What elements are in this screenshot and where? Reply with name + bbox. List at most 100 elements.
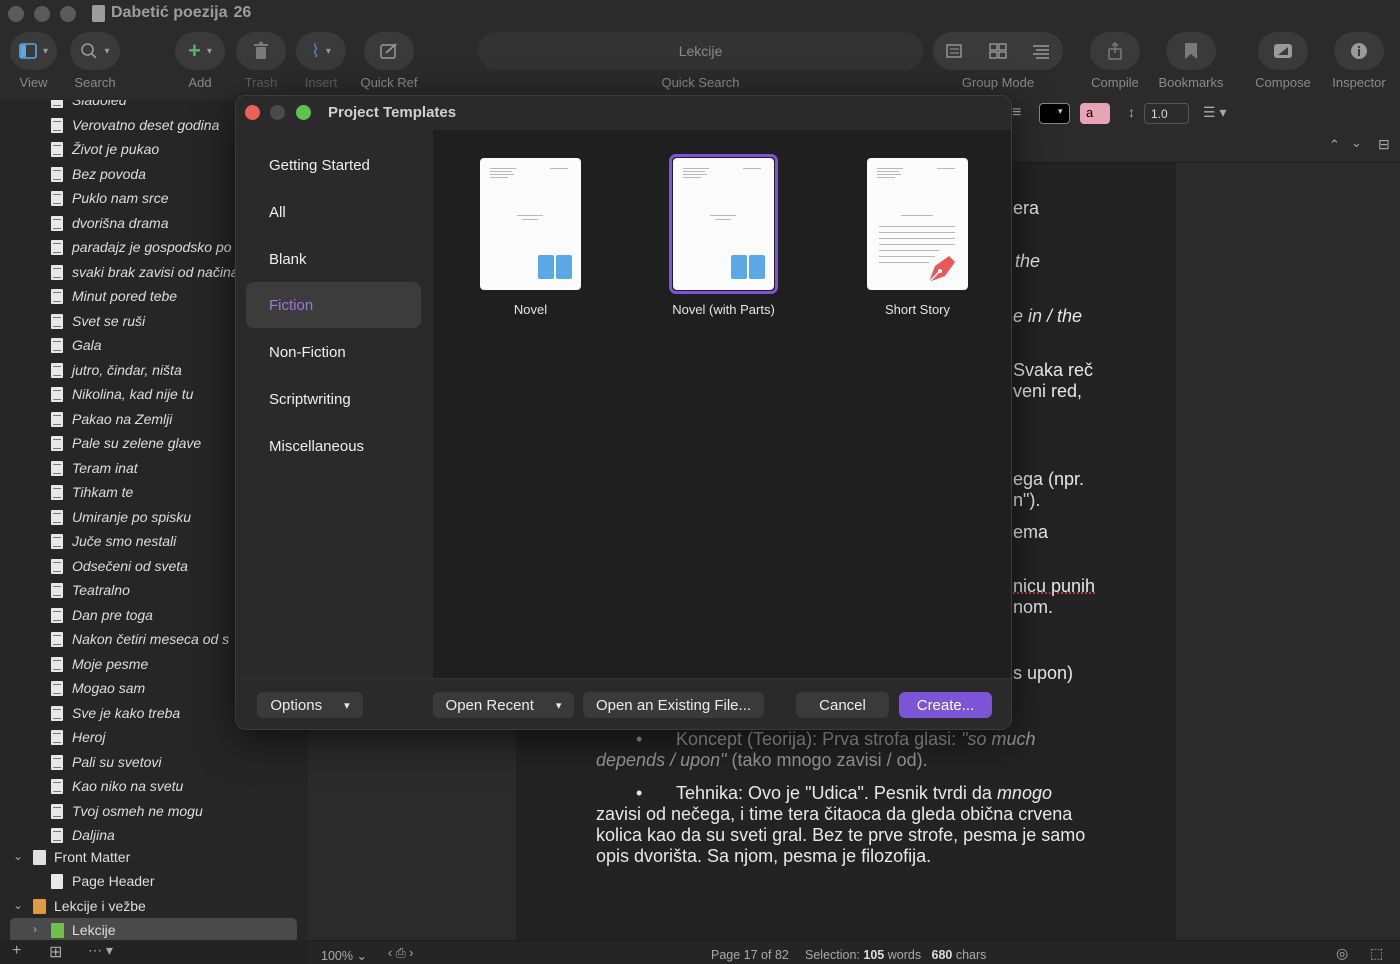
binder-item-lekcije[interactable]: › Lekcije — [0, 919, 308, 940]
document-icon — [51, 485, 63, 500]
line-spacing-value: 1.0 — [1151, 107, 1168, 121]
quick-ref-button[interactable] — [364, 32, 414, 70]
options-button[interactable]: Options ▾ — [257, 692, 363, 718]
editor-paragraph-line: Koncept (Teorija): Prva strofa glasi: "s… — [676, 729, 1036, 750]
group-mode-control[interactable] — [933, 32, 1063, 70]
bullet2-emphasis: mnogo — [996, 783, 1052, 803]
document-icon — [51, 558, 63, 574]
category-miscellaneous[interactable]: Miscellaneous — [246, 423, 421, 469]
align-icon[interactable]: ≡ — [1012, 104, 1021, 122]
template-novel-with-parts[interactable] — [673, 158, 774, 290]
open-recent-label: Open Recent — [445, 696, 534, 714]
split-editor-icon[interactable]: ⊟ — [1378, 136, 1390, 153]
inspector-button[interactable] — [1334, 32, 1384, 70]
window-toolbar: Dabetić poezija 26 ▾ View ▾ Search + ▾ A… — [0, 0, 1400, 100]
chevron-right-icon[interactable]: › — [33, 922, 37, 936]
category-scriptwriting[interactable]: Scriptwriting — [246, 376, 421, 422]
binder-item[interactable]: Daljina — [0, 823, 308, 847]
zoom-window-button[interactable] — [60, 6, 76, 22]
project-templates-dialog: Project Templates Getting Started All Bl… — [235, 95, 1012, 730]
category-fiction[interactable]: Fiction — [246, 282, 421, 328]
corkboard-icon[interactable] — [989, 43, 1007, 59]
more-options-icon[interactable]: ⋯ ▾ — [88, 942, 113, 959]
quick-ref-label: Quick Ref — [360, 75, 418, 90]
template-label: Novel (with Parts) — [672, 302, 775, 317]
template-novel[interactable] — [480, 158, 581, 290]
category-blank[interactable]: Blank — [246, 236, 421, 282]
add-button[interactable]: + ▾ — [175, 32, 225, 70]
page-nav-icon[interactable]: ‹ ⎙ › — [388, 946, 413, 961]
binder-item-label: Mogao sam — [72, 680, 146, 696]
document-icon — [51, 754, 63, 770]
bookmarks-button[interactable] — [1166, 32, 1216, 70]
paperclip-icon: ⌇ — [311, 40, 320, 61]
highlight-color-picker[interactable]: a — [1080, 103, 1110, 124]
sidebar-icon — [19, 43, 37, 59]
binder-item-label: Odsečeni od sveta — [72, 557, 188, 574]
binder-item-front-matter[interactable]: ⌄ Front Matter — [0, 846, 308, 870]
binder-item-label: Minut pored tebe — [72, 288, 178, 304]
open-existing-file-button[interactable]: Open an Existing File... — [583, 692, 764, 718]
document-icon — [51, 681, 63, 696]
highlight-letter: a — [1086, 105, 1094, 120]
binder-item[interactable]: Pali su svetovi — [0, 750, 308, 774]
bullet1-suffix: (tako mnogo zavisi / od). — [726, 750, 928, 770]
bullet2-prefix: Tehnika: Ovo je "Udica". Pesnik tvrdi da — [676, 783, 997, 803]
search-button[interactable]: ▾ — [70, 32, 120, 70]
insert-button[interactable]: ⌇ ▾ — [296, 32, 346, 70]
view-button[interactable]: ▾ — [10, 32, 57, 70]
text-color-picker[interactable]: ▾ — [1039, 103, 1070, 124]
dialog-zoom-button[interactable] — [296, 105, 311, 120]
outline-icon[interactable] — [945, 43, 964, 59]
compile-button[interactable] — [1090, 32, 1140, 70]
list-icon[interactable] — [1032, 43, 1050, 59]
add-item-icon[interactable]: + — [12, 942, 21, 960]
open-recent-button[interactable]: Open Recent ▾ — [433, 692, 574, 718]
editor-text-fragment: ega (npr. — [1013, 469, 1085, 489]
list-style-icon[interactable]: ☰ ▾ — [1203, 104, 1226, 121]
trash-button[interactable] — [236, 32, 286, 70]
selection-label: Selection: — [805, 948, 860, 962]
zoom-select[interactable]: 100% ⌄ — [321, 948, 367, 963]
add-folder-icon[interactable]: ⊞ — [49, 942, 62, 962]
comment-icon[interactable]: ⬚ — [1370, 945, 1383, 962]
document-icon — [51, 166, 63, 182]
chevron-down-icon: ▾ — [325, 45, 331, 57]
cancel-button[interactable]: Cancel — [796, 692, 889, 718]
editor-paragraph-line: depends / upon" (tako mnogo zavisi / od)… — [596, 750, 928, 771]
chevron-up-icon[interactable]: ⌃ — [1329, 137, 1340, 153]
editor-paragraph-line: opis dvorišta. Sa njom, pesma je filozof… — [596, 846, 932, 866]
page-info: Page 17 of 82 — [711, 948, 789, 962]
dialog-close-button[interactable] — [245, 105, 260, 120]
binder-item-label: Juče smo nestali — [72, 533, 177, 549]
book-icon — [731, 255, 765, 279]
quick-search-field[interactable]: Lekcije — [478, 32, 923, 70]
chevron-down-icon[interactable]: ⌄ — [13, 849, 23, 863]
compose-button[interactable] — [1258, 32, 1308, 70]
template-short-story[interactable] — [867, 158, 968, 290]
binder-footer: + ⊞ ⋯ ▾ — [0, 940, 308, 964]
info-icon — [1351, 43, 1367, 59]
target-icon[interactable]: ◎ — [1336, 945, 1348, 962]
document-icon — [51, 705, 63, 721]
line-spacing-select[interactable]: 1.0 — [1144, 103, 1189, 124]
chevron-down-icon[interactable]: ⌄ — [13, 898, 23, 912]
category-getting-started[interactable]: Getting Started — [246, 142, 421, 188]
editor-text-fragment: Svaka reč — [1013, 360, 1094, 380]
binder-item-lekcije-folder[interactable]: ⌄ Lekcije i vežbe — [0, 895, 308, 919]
binder-item[interactable]: Kao niko na svetu — [0, 774, 308, 798]
category-all[interactable]: All — [246, 189, 421, 235]
close-window-button[interactable] — [8, 6, 24, 22]
create-button[interactable]: Create... — [899, 692, 992, 718]
binder-item-page-header[interactable]: Page Header — [0, 870, 308, 894]
category-non-fiction[interactable]: Non-Fiction — [246, 329, 421, 375]
binder-item[interactable]: Tvoj osmeh ne mogu — [0, 799, 308, 823]
minimize-window-button[interactable] — [34, 6, 50, 22]
dialog-minimize-button[interactable] — [270, 105, 285, 120]
chevron-down-icon[interactable]: ⌄ — [1351, 135, 1362, 151]
binder-item-label: Lekcije — [72, 922, 116, 938]
binder-item-label: Puklo nam srce — [72, 190, 169, 206]
bookmarks-label: Bookmarks — [1158, 75, 1224, 90]
dialog-title: Project Templates — [328, 104, 457, 121]
chevron-down-icon: ▾ — [1058, 106, 1063, 116]
